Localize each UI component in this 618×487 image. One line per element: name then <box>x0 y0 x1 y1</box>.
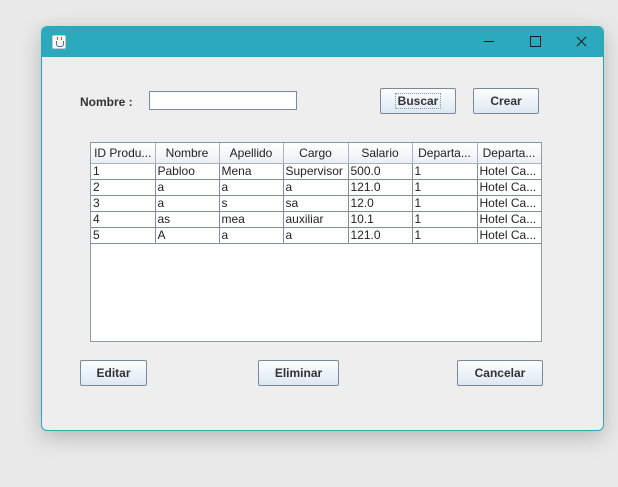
java-app-icon <box>52 35 66 49</box>
table-cell[interactable]: s <box>219 195 284 212</box>
table-cell[interactable]: 3 <box>91 195 156 212</box>
column-header-salario[interactable]: Salario <box>348 143 413 164</box>
table-cell[interactable]: Mena <box>219 163 284 180</box>
table-cell[interactable]: 1 <box>412 195 478 212</box>
title-bar[interactable] <box>42 27 603 57</box>
table-cell[interactable]: 1 <box>91 163 156 180</box>
table-row[interactable]: 3 a s sa 12.0 1 Hotel Ca... <box>91 195 541 212</box>
table-cell[interactable]: mea <box>219 211 284 228</box>
table-cell[interactable]: Hotel Ca... <box>477 211 541 228</box>
table-cell[interactable]: a <box>155 195 220 212</box>
table-cell[interactable]: 1 <box>412 227 478 244</box>
table-cell[interactable]: 10.1 <box>348 211 413 228</box>
table-cell[interactable]: 2 <box>91 179 156 196</box>
table-cell[interactable]: A <box>155 227 220 244</box>
column-header-apellido[interactable]: Apellido <box>219 143 284 164</box>
cancelar-button[interactable]: Cancelar <box>457 360 543 386</box>
table-row[interactable]: 5 A a a 121.0 1 Hotel Ca... <box>91 227 541 244</box>
employees-table[interactable]: ID Produ... Nombre Apellido Cargo Salari… <box>90 142 542 342</box>
table-cell[interactable]: 500.0 <box>348 163 413 180</box>
table-cell[interactable]: Hotel Ca... <box>477 163 541 180</box>
table-cell[interactable]: 1 <box>412 163 478 180</box>
eliminar-button[interactable]: Eliminar <box>258 360 339 386</box>
column-header-nombre[interactable]: Nombre <box>155 143 220 164</box>
table-cell[interactable]: a <box>283 227 349 244</box>
nombre-label: Nombre : <box>80 95 133 109</box>
table-cell[interactable]: Supervisor <box>283 163 349 180</box>
table-cell[interactable]: 12.0 <box>348 195 413 212</box>
table-cell[interactable]: Hotel Ca... <box>477 195 541 212</box>
table-cell[interactable]: 1 <box>412 179 478 196</box>
table-cell[interactable]: Pabloo <box>155 163 220 180</box>
table-cell[interactable]: 121.0 <box>348 179 413 196</box>
table-row[interactable]: 4 as mea auxiliar 10.1 1 Hotel Ca... <box>91 211 541 228</box>
table-row[interactable]: 2 a a a 121.0 1 Hotel Ca... <box>91 179 541 196</box>
column-header-departamento-nombre[interactable]: Departa... <box>477 143 541 164</box>
close-button[interactable] <box>558 27 603 57</box>
table-cell[interactable]: sa <box>283 195 349 212</box>
table-cell[interactable]: a <box>155 179 220 196</box>
column-header-departamento-id[interactable]: Departa... <box>412 143 478 164</box>
table-cell[interactable]: as <box>155 211 220 228</box>
table-cell[interactable]: 1 <box>412 211 478 228</box>
maximize-button[interactable] <box>512 27 558 57</box>
table-cell[interactable]: Hotel Ca... <box>477 227 541 244</box>
buscar-button-label: Buscar <box>394 93 442 109</box>
table-header-row: ID Produ... Nombre Apellido Cargo Salari… <box>91 143 541 164</box>
table-cell[interactable]: 4 <box>91 211 156 228</box>
minimize-button[interactable] <box>466 27 512 57</box>
table-cell[interactable]: 5 <box>91 227 156 244</box>
editar-button[interactable]: Editar <box>80 360 147 386</box>
nombre-search-input[interactable] <box>149 91 297 110</box>
table-cell[interactable]: 121.0 <box>348 227 413 244</box>
table-cell[interactable]: Hotel Ca... <box>477 179 541 196</box>
crear-button[interactable]: Crear <box>473 88 539 114</box>
table-cell[interactable]: auxiliar <box>283 211 349 228</box>
table-row[interactable]: 1 Pabloo Mena Supervisor 500.0 1 Hotel C… <box>91 163 541 180</box>
column-header-cargo[interactable]: Cargo <box>283 143 349 164</box>
buscar-button[interactable]: Buscar <box>380 88 456 114</box>
app-window: Nombre : Buscar Crear ID Produ... Nombre… <box>41 26 604 431</box>
table-cell[interactable]: a <box>219 227 284 244</box>
column-header-id[interactable]: ID Produ... <box>91 143 156 164</box>
table-cell[interactable]: a <box>283 179 349 196</box>
table-cell[interactable]: a <box>219 179 284 196</box>
